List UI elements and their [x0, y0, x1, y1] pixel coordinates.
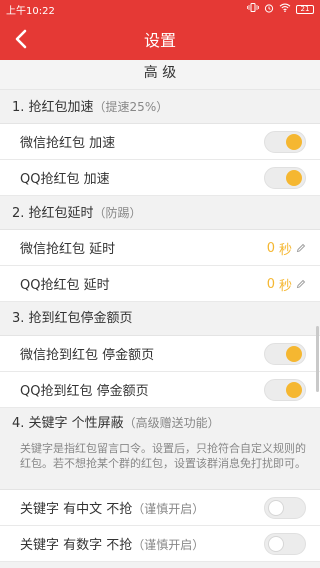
section-title: 高 级	[0, 60, 320, 90]
status-bar: 上午10:22 21	[0, 0, 320, 18]
group-note: （提速25%）	[93, 100, 169, 114]
group-title: 1. 抢红包加速	[12, 100, 94, 115]
setting-row-wechat-speedup[interactable]: 微信抢红包 加速	[0, 124, 320, 160]
group-title: 4. 关键字 个性屏蔽	[12, 416, 124, 431]
toggle-knob	[268, 536, 284, 552]
qq-speedup-toggle[interactable]	[264, 167, 306, 189]
toggle-knob	[268, 500, 284, 516]
pencil-icon	[296, 243, 306, 253]
group-title: 2. 抢红包延时	[12, 206, 94, 221]
keyword-number-toggle[interactable]	[264, 533, 306, 555]
back-button[interactable]	[8, 26, 34, 52]
wechat-speedup-toggle[interactable]	[264, 131, 306, 153]
toggle-knob	[286, 346, 302, 362]
setting-row-qq-delay[interactable]: QQ抢红包 延时 0 秒	[0, 266, 320, 302]
setting-row-wechat-delay[interactable]: 微信抢红包 延时 0 秒	[0, 230, 320, 266]
toggle-knob	[286, 134, 302, 150]
group-header-stop-on-amount: 3. 抢到红包停金额页	[0, 302, 320, 336]
status-icons: 21	[247, 3, 314, 16]
setting-label-text: 关键字 有数字 不抢	[20, 538, 133, 553]
chevron-left-icon	[15, 29, 27, 49]
toggle-knob	[286, 170, 302, 186]
delay-unit: 秒	[278, 242, 292, 258]
setting-row-qq-speedup[interactable]: QQ抢红包 加速	[0, 160, 320, 196]
setting-note: （谨慎开启）	[132, 538, 205, 552]
qq-delay-value[interactable]: 0 秒	[267, 266, 306, 302]
delay-number: 0	[266, 276, 275, 292]
scrollbar[interactable]	[316, 326, 319, 392]
group-header-speedup: 1. 抢红包加速（提速25%）	[0, 90, 320, 124]
setting-row-wechat-stop[interactable]: 微信抢到红包 停金额页	[0, 336, 320, 372]
setting-row-keyword-chinese[interactable]: 关键字 有中文 不抢（谨慎开启）	[0, 490, 320, 526]
battery-icon: 21	[296, 4, 314, 14]
group-note: （高级赠送功能）	[123, 416, 220, 430]
status-time: 上午10:22	[6, 5, 55, 17]
group-header-keyword: 4. 关键字 个性屏蔽（高级赠送功能）	[0, 408, 320, 438]
setting-row-keyword-number[interactable]: 关键字 有数字 不抢（谨慎开启）	[0, 526, 320, 562]
toggle-knob	[286, 382, 302, 398]
group-header-delay: 2. 抢红包延时（防踢）	[0, 196, 320, 230]
setting-row-qq-stop[interactable]: QQ抢到红包 停金额页	[0, 372, 320, 408]
wechat-delay-value[interactable]: 0 秒	[267, 230, 306, 266]
title-bar: 设置	[0, 18, 320, 60]
qq-stop-toggle[interactable]	[264, 379, 306, 401]
wechat-stop-toggle[interactable]	[264, 343, 306, 365]
vibrate-icon	[247, 3, 259, 15]
alarm-icon	[264, 3, 274, 16]
page-title: 设置	[143, 31, 176, 50]
group-note: （防踢）	[93, 206, 142, 220]
delay-unit: 秒	[278, 278, 292, 294]
wifi-icon	[279, 3, 291, 15]
group-title: 3. 抢到红包停金额页	[12, 311, 133, 326]
pencil-icon	[296, 279, 306, 289]
setting-note: （谨慎开启）	[132, 502, 205, 516]
delay-number: 0	[266, 240, 275, 256]
keyword-chinese-toggle[interactable]	[264, 497, 306, 519]
setting-label-text: 关键字 有中文 不抢	[20, 502, 133, 517]
keyword-description: 关键字是指红包留言口令。设置后，只抢符合自定义规则的红包。若不想抢某个群的红包，…	[0, 438, 320, 490]
